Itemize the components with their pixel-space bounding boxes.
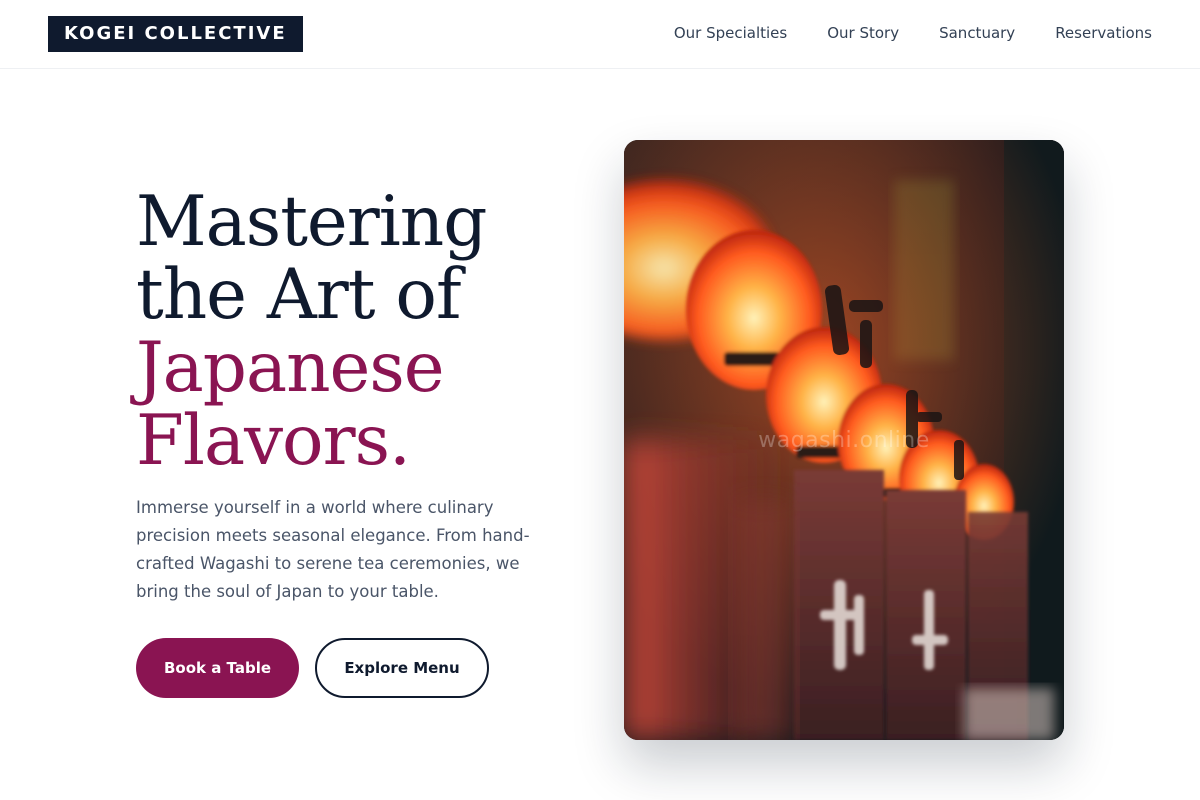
main-nav: Our Specialties Our Story Sanctuary Rese… — [674, 22, 1152, 44]
nav-link-our-specialties[interactable]: Our Specialties — [674, 22, 787, 44]
hero-image: wagashi.online — [624, 140, 1064, 740]
nav-link-reservations[interactable]: Reservations — [1055, 22, 1152, 44]
image-watermark: wagashi.online — [758, 428, 930, 453]
hero-heading: Mastering the Art of Japanese Flavors. — [136, 186, 576, 478]
nav-link-our-story[interactable]: Our Story — [827, 22, 899, 44]
explore-menu-button[interactable]: Explore Menu — [315, 638, 489, 698]
hero-heading-accent-line: Japanese — [136, 328, 445, 408]
hero-heading-line: Mastering — [136, 182, 487, 262]
book-table-button[interactable]: Book a Table — [136, 638, 299, 698]
site-header: KOGEI COLLECTIVE Our Specialties Our Sto… — [0, 0, 1200, 69]
hero-heading-accent-line: Flavors. — [136, 401, 411, 481]
hero-description: Immerse yourself in a world where culina… — [136, 498, 530, 601]
hero-heading-line: the Art of — [136, 255, 462, 335]
brand-logo[interactable]: KOGEI COLLECTIVE — [48, 16, 303, 52]
nav-link-sanctuary[interactable]: Sanctuary — [939, 22, 1015, 44]
